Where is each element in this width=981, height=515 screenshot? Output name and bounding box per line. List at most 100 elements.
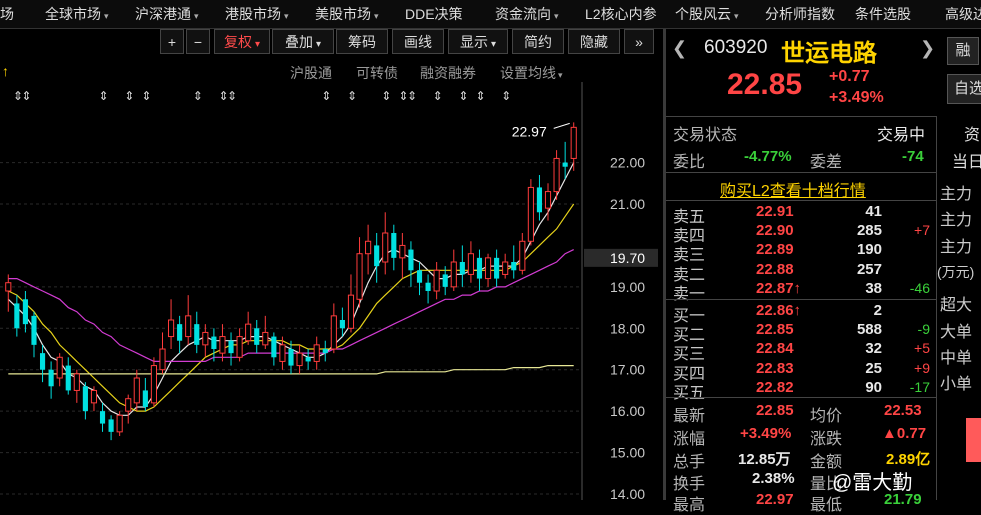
order-change: +7: [914, 222, 930, 239]
latest-label: 最新: [673, 408, 706, 425]
candle-body: [391, 233, 397, 258]
menu-item-label: L2核心内参: [585, 6, 657, 22]
order-price[interactable]: 22.91: [756, 203, 794, 220]
hgt-link[interactable]: 沪股通: [290, 63, 332, 83]
price-change: +0.77: [829, 68, 870, 85]
rong-button[interactable]: 融: [947, 37, 979, 65]
event-marker-icon: ⇕: [458, 89, 468, 103]
candle-body: [570, 126, 577, 159]
candle-body: [527, 186, 534, 242]
menu-item[interactable]: 分析师指数: [765, 4, 835, 24]
candle-body: [133, 377, 140, 404]
l2-purchase-link[interactable]: 购买L2查看十档行情: [720, 177, 866, 201]
menu-item-label: 场: [0, 6, 14, 22]
candle-body: [536, 187, 543, 213]
avg-label: 均价: [810, 408, 843, 425]
menu-item[interactable]: 港股市场 ▾: [225, 4, 289, 24]
order-level-label: 买五: [673, 384, 706, 402]
order-volume: 285: [856, 222, 882, 240]
chevron-down-icon: ▾: [734, 11, 739, 21]
chevron-down-icon: ▾: [490, 39, 497, 50]
order-price[interactable]: 22.88: [756, 261, 794, 278]
menu-item-label: 沪深港通: [135, 6, 191, 22]
watermark: @雷大勤: [832, 472, 913, 494]
turnover-value: 2.38%: [752, 470, 795, 487]
zoom-in-button[interactable]: +: [160, 29, 184, 54]
order-price[interactable]: 22.89: [756, 241, 794, 258]
menu-item[interactable]: L2核心内参: [585, 4, 657, 24]
diejia-dropdown[interactable]: 叠加 ▾: [272, 29, 334, 54]
candle-body: [39, 353, 46, 370]
menu-item[interactable]: 沪深港通 ▾: [135, 4, 199, 24]
candle-body: [313, 344, 320, 362]
candle-body: [167, 319, 175, 338]
menu-item-label: 资金流向: [495, 6, 551, 22]
candle-body: [22, 299, 28, 325]
last-price: 22.85: [727, 68, 803, 101]
order-price[interactable]: 22.85: [756, 321, 794, 338]
current-price-label: 19.70: [610, 250, 645, 266]
menu-item[interactable]: 美股市场 ▾: [315, 4, 379, 24]
candle-body: [73, 373, 80, 391]
order-price[interactable]: 22.87↑: [756, 280, 801, 297]
kzz-link[interactable]: 可转债: [356, 63, 398, 83]
menu-item[interactable]: 资金流向 ▾: [495, 4, 559, 24]
stock-name: 世运电路: [781, 40, 877, 67]
set-ma-dropdown[interactable]: 设置均线 ▾: [500, 63, 563, 83]
yincang-button[interactable]: 隐藏: [568, 29, 620, 54]
menu-item[interactable]: 场: [0, 4, 14, 24]
menu-item[interactable]: 全球市场 ▾: [45, 4, 109, 24]
order-price[interactable]: 22.83: [756, 360, 794, 377]
menu-item[interactable]: 条件选股: [855, 4, 911, 24]
candle-body: [296, 352, 303, 367]
menu-item[interactable]: DDE决策: [405, 4, 463, 24]
event-marker-icon: ⇕: [227, 89, 237, 103]
panel-divider: [663, 29, 666, 500]
menu-item[interactable]: 个股风云 ▾: [675, 4, 739, 24]
stock-code: 603920: [704, 37, 768, 58]
xianshi-label: 显示: [459, 34, 488, 50]
avg-value: 22.53: [884, 402, 922, 419]
jianyue-button[interactable]: 简约: [512, 29, 564, 54]
order-price[interactable]: 22.82: [756, 379, 794, 396]
add-watchlist-button[interactable]: 自选: [947, 74, 981, 104]
candle-body: [90, 389, 98, 404]
pct-value: +3.49%: [740, 425, 792, 442]
candle-body: [544, 191, 552, 209]
candle-body: [185, 315, 192, 338]
candle-body: [99, 411, 106, 424]
today-tab[interactable]: 当日: [952, 148, 981, 172]
collapse-icon[interactable]: »: [624, 29, 654, 54]
menu-item[interactable]: 高级边: [945, 4, 981, 24]
candle-body: [245, 323, 252, 342]
chevron-down-icon: ▾: [284, 11, 289, 21]
candle-body: [5, 282, 12, 292]
order-price[interactable]: 22.84: [756, 340, 794, 357]
zoom-out-button[interactable]: −: [186, 29, 210, 54]
pct-label: 涨幅: [673, 431, 706, 448]
huaxian-button[interactable]: 画线: [392, 29, 444, 54]
next-stock-icon[interactable]: ❯: [920, 38, 935, 59]
order-price[interactable]: 22.86↑: [756, 302, 801, 319]
candle-body: [339, 320, 345, 329]
fuquan-dropdown[interactable]: 复权 ▾: [214, 29, 270, 54]
xianshi-dropdown[interactable]: 显示 ▾: [448, 29, 508, 54]
rzrq-link[interactable]: 融资融券: [420, 63, 476, 83]
zi-tab[interactable]: 资: [964, 121, 980, 145]
candle-body: [108, 419, 114, 432]
y-tick-label: 19.00: [610, 279, 645, 295]
event-marker-icon: ⇕: [321, 89, 331, 103]
order-price[interactable]: 22.90: [756, 222, 794, 239]
chg-label: 涨跌: [810, 431, 843, 448]
event-marker-icon: ⇕: [475, 89, 485, 103]
prev-stock-icon[interactable]: ❮: [672, 38, 687, 59]
trade-status-value: 交易中: [877, 127, 926, 144]
candle-body: [399, 244, 406, 259]
chouma-button[interactable]: 筹码: [336, 29, 388, 54]
event-marker-icon: ⇕: [347, 89, 357, 103]
kline-chart[interactable]: 22.00 21.00 19.00 18.00 17.00 16.00 15.00 14.00…: [0, 82, 660, 500]
chevron-down-icon: ▾: [104, 11, 109, 21]
candle-body: [177, 324, 183, 341]
candle-body: [433, 269, 440, 292]
candle-body: [262, 331, 269, 346]
